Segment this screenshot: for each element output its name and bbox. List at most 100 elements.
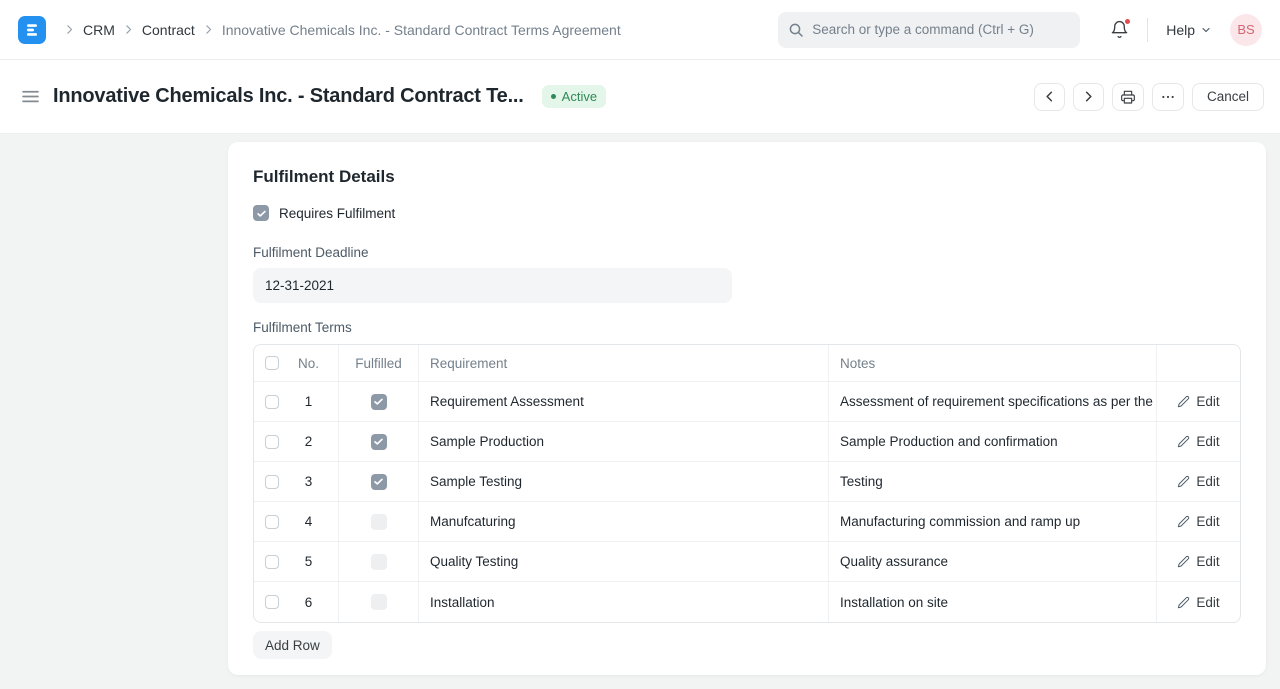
table-row: 2 Sample Production Sample Production an…	[254, 422, 1240, 462]
breadcrumb-item[interactable]: CRM	[83, 22, 115, 38]
hamburger-icon	[20, 86, 41, 107]
row-number: 6	[279, 595, 338, 610]
edit-row-button[interactable]: Edit	[1177, 595, 1219, 610]
fulfilled-checkbox[interactable]	[371, 514, 387, 530]
top-navbar: CRM Contract Innovative Chemicals Inc. - S…	[0, 0, 1280, 60]
notes-cell[interactable]: Installation on site	[829, 582, 1157, 622]
pencil-icon	[1177, 555, 1190, 568]
edit-label: Edit	[1196, 595, 1219, 610]
row-select-checkbox[interactable]	[265, 555, 279, 569]
requirement-cell[interactable]: Sample Production	[419, 422, 829, 461]
breadcrumb-item[interactable]: Contract	[142, 22, 195, 38]
next-record-button[interactable]	[1073, 83, 1104, 111]
search-bar[interactable]	[778, 12, 1080, 48]
erpnext-logo-icon	[24, 22, 40, 38]
status-dot-icon	[551, 94, 556, 99]
edit-row-button[interactable]: Edit	[1177, 554, 1219, 569]
chevron-down-icon	[1200, 24, 1212, 36]
breadcrumb-chevron-icon	[63, 23, 76, 36]
prev-record-button[interactable]	[1034, 83, 1065, 111]
pencil-icon	[1177, 395, 1190, 408]
status-badge: Active	[542, 85, 606, 108]
edit-row-button[interactable]: Edit	[1177, 514, 1219, 529]
avatar[interactable]: BS	[1230, 14, 1262, 46]
fulfilled-checkbox[interactable]	[371, 394, 387, 410]
edit-label: Edit	[1196, 434, 1219, 449]
help-menu[interactable]: Help	[1166, 22, 1212, 38]
cancel-button[interactable]: Cancel	[1192, 83, 1264, 111]
fulfilled-checkbox[interactable]	[371, 434, 387, 450]
column-header-fulfilled: Fulfilled	[339, 345, 419, 381]
pencil-icon	[1177, 435, 1190, 448]
breadcrumb-item[interactable]: Innovative Chemicals Inc. - Standard Con…	[222, 22, 621, 38]
requires-fulfilment-checkbox[interactable]	[253, 205, 269, 221]
chevron-left-icon	[1042, 89, 1057, 104]
edit-row-button[interactable]: Edit	[1177, 394, 1219, 409]
requires-fulfilment-field: Requires Fulfilment	[253, 205, 1241, 221]
edit-row-button[interactable]: Edit	[1177, 474, 1219, 489]
notes-cell[interactable]: Testing	[829, 462, 1157, 501]
column-header-edit	[1157, 345, 1240, 381]
column-header-notes: Notes	[829, 345, 1157, 381]
sidebar-toggle-button[interactable]	[16, 82, 45, 111]
section-title: Fulfilment Details	[253, 167, 1241, 187]
help-label: Help	[1166, 22, 1195, 38]
fulfilled-checkbox[interactable]	[371, 554, 387, 570]
app-logo[interactable]	[18, 16, 46, 44]
row-select-checkbox[interactable]	[265, 595, 279, 609]
requirement-cell[interactable]: Manufcaturing	[419, 502, 829, 541]
table-row: 1 Requirement Assessment Assessment of r…	[254, 382, 1240, 422]
row-number: 3	[279, 474, 338, 489]
deadline-label: Fulfilment Deadline	[253, 245, 1241, 260]
check-icon	[373, 436, 384, 447]
notifications-button[interactable]	[1110, 20, 1129, 39]
notes-cell[interactable]: Manufacturing commission and ramp up	[829, 502, 1157, 541]
more-options-button[interactable]	[1152, 83, 1184, 111]
requirement-cell[interactable]: Installation	[419, 582, 829, 622]
fulfilled-checkbox[interactable]	[371, 474, 387, 490]
table-row: 4 Manufcaturing Manufacturing commission…	[254, 502, 1240, 542]
breadcrumb: CRM Contract Innovative Chemicals Inc. - S…	[56, 22, 621, 38]
pencil-icon	[1177, 515, 1190, 528]
fulfilment-terms-table: No. Fulfilled Requirement Notes 1 Requir…	[253, 344, 1241, 623]
print-button[interactable]	[1112, 83, 1144, 111]
row-number: 4	[279, 514, 338, 529]
requirement-cell[interactable]: Sample Testing	[419, 462, 829, 501]
notes-cell[interactable]: Sample Production and confirmation	[829, 422, 1157, 461]
column-header-requirement: Requirement	[419, 345, 829, 381]
row-select-checkbox[interactable]	[265, 435, 279, 449]
table-row: 6 Installation Installation on site Edit	[254, 582, 1240, 622]
table-body: 1 Requirement Assessment Assessment of r…	[254, 382, 1240, 622]
notes-cell[interactable]: Assessment of requirement specifications…	[829, 382, 1157, 421]
requirement-cell[interactable]: Quality Testing	[419, 542, 829, 581]
status-label: Active	[562, 89, 597, 104]
breadcrumb-chevron-icon	[122, 23, 135, 36]
fulfilled-checkbox[interactable]	[371, 594, 387, 610]
printer-icon	[1120, 89, 1136, 105]
avatar-initials: BS	[1237, 22, 1254, 37]
edit-label: Edit	[1196, 514, 1219, 529]
check-icon	[373, 396, 384, 407]
notes-cell[interactable]: Quality assurance	[829, 542, 1157, 581]
row-select-checkbox[interactable]	[265, 475, 279, 489]
page-title: Innovative Chemicals Inc. - Standard Con…	[53, 85, 524, 108]
edit-row-button[interactable]: Edit	[1177, 434, 1219, 449]
terms-label: Fulfilment Terms	[253, 320, 1241, 335]
edit-label: Edit	[1196, 394, 1219, 409]
search-icon	[788, 22, 804, 38]
row-number: 1	[279, 394, 338, 409]
requires-fulfilment-label: Requires Fulfilment	[279, 206, 395, 221]
row-select-checkbox[interactable]	[265, 395, 279, 409]
deadline-input[interactable]	[253, 268, 732, 303]
fulfilment-details-card: Fulfilment Details Requires Fulfilment F…	[228, 142, 1266, 675]
column-header-no: No.	[279, 356, 338, 371]
pencil-icon	[1177, 475, 1190, 488]
page-header: Innovative Chemicals Inc. - Standard Con…	[0, 60, 1280, 134]
page-body: Fulfilment Details Requires Fulfilment F…	[0, 142, 1280, 689]
search-input[interactable]	[812, 22, 1070, 37]
requirement-cell[interactable]: Requirement Assessment	[419, 382, 829, 421]
add-row-button[interactable]: Add Row	[253, 631, 332, 659]
select-all-checkbox[interactable]	[265, 356, 279, 370]
row-select-checkbox[interactable]	[265, 515, 279, 529]
edit-label: Edit	[1196, 474, 1219, 489]
